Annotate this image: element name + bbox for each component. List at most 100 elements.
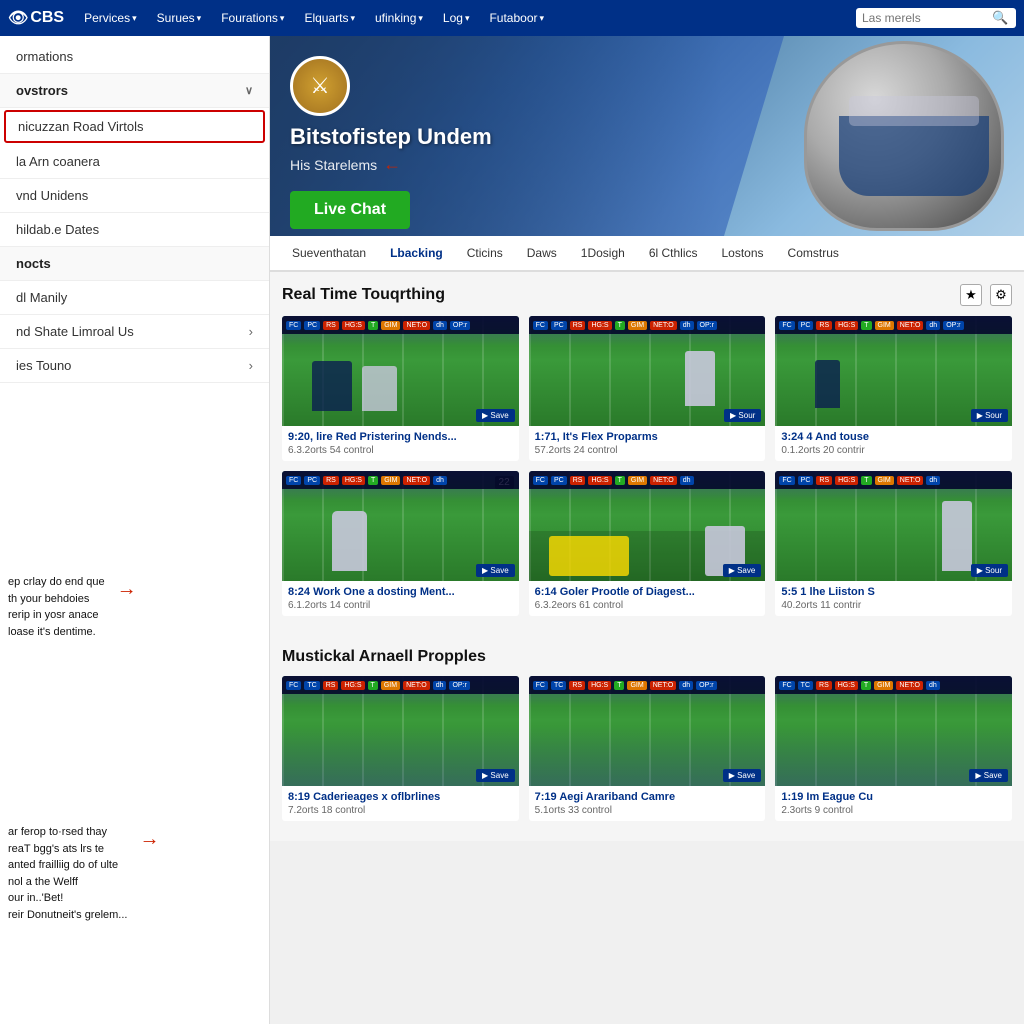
toolbar-fc: FC [533, 321, 548, 330]
hero-logo: ⚔ [290, 56, 350, 116]
toolbar-dh: dh [679, 681, 693, 690]
sidebar-item-nocts[interactable]: nocts [0, 247, 269, 281]
video-title-5: 5:5 1 lhe Liiston S [781, 586, 1006, 598]
video-card-6[interactable]: FC TC RS HG:S T GIM NET:O dh OP:r ▶ Save [282, 676, 519, 821]
video-card-0[interactable]: FC PC RS HG:S T GIM NET:O dh OP:r ▶ Save [282, 316, 519, 461]
toolbar-opr: OP:r [449, 681, 469, 690]
sidebar-item-ormations[interactable]: ormations [0, 40, 269, 74]
toolbar-t: T [861, 681, 871, 690]
toolbar-t: T [368, 321, 378, 330]
nav-futaboor[interactable]: Futaboor ▾ [481, 7, 552, 29]
video-title-8: 1:19 Im Eague Cu [781, 791, 1006, 803]
toolbar-t: T [861, 476, 871, 485]
top-nav: 👁 CBS Pervices ▾ Surues ▾ Fourations ▾ E… [0, 0, 1024, 36]
toolbar-neto: NET:O [403, 476, 430, 485]
toolbar-opr: OP:r [450, 321, 470, 330]
video-title-3: 8:24 Work One a dosting Ment... [288, 586, 513, 598]
toolbar-t: T [615, 321, 625, 330]
nav-elquarts[interactable]: Elquarts ▾ [296, 7, 363, 29]
sidebar-item-ovstrors[interactable]: ovstrors ∨ [0, 74, 269, 108]
video-card-4[interactable]: FC PC RS HG:S T GIM NET:O dh ▶ Save 6:14… [529, 471, 766, 616]
chevron-down-icon: ▾ [350, 13, 355, 24]
sub-nav-comstrus[interactable]: Comstrus [776, 236, 851, 272]
video-save-btn[interactable]: ▶ Save [969, 769, 1008, 782]
sidebar-item-la-arn[interactable]: la Arn coanera [0, 145, 269, 179]
sidebar-item-hildabe-dates[interactable]: hildab.e Dates [0, 213, 269, 247]
toolbar-tc: TC [551, 681, 566, 690]
video-title-0: 9:20, lire Red Pristering Nends... [288, 431, 513, 443]
sidebar-item-nicuzzan[interactable]: nicuzzan Road Virtols [4, 110, 265, 143]
video-meta-1: 57.2orts 24 control [535, 445, 760, 456]
live-chat-button[interactable]: Live Chat [290, 191, 410, 229]
video-save-btn[interactable]: ▶ Save [723, 564, 762, 577]
sub-nav-1dosigh[interactable]: 1Dosigh [569, 236, 637, 272]
toolbar-opr: OP:r [943, 321, 963, 330]
chevron-down-icon: ▾ [540, 13, 545, 24]
video-card-3[interactable]: 22 FC PC RS HG:S T GIM NET:O dh ▶ Sav [282, 471, 519, 616]
video-title-1: 1:71, It's Flex Proparms [535, 431, 760, 443]
video-save-btn[interactable]: ▶ Sour [971, 409, 1008, 422]
toolbar-rs: RS [816, 681, 832, 690]
toolbar-neto: NET:O [403, 321, 430, 330]
video-card-7[interactable]: FC TC RS HG:S T GIM NET:O dh OP:r ▶ Save [529, 676, 766, 821]
video-meta-2: 0.1.2orts 20 contrir [781, 445, 1006, 456]
toolbar-hgs: HG:S [835, 476, 858, 485]
video-card-5[interactable]: FC PC RS HG:S T GIM NET:O dh ▶ Sour 5:5 … [775, 471, 1012, 616]
section-title-real-time: Real Time Touqrthing [282, 286, 445, 304]
toolbar-hgs: HG:S [342, 476, 365, 485]
video-save-btn[interactable]: ▶ Sour [971, 564, 1008, 577]
sidebar-item-dl-manily[interactable]: dl Manily [0, 281, 269, 315]
toolbar-gim: GIM [628, 476, 647, 485]
sub-nav-6l-cthlics[interactable]: 6l Cthlics [637, 236, 710, 272]
sidebar-item-nd-shate[interactable]: nd Shate Limroal Us › [0, 315, 269, 349]
nav-pervices[interactable]: Pervices ▾ [76, 7, 145, 29]
nav-fourations[interactable]: Fourations ▾ [213, 7, 292, 29]
chevron-down-icon: ▾ [465, 13, 470, 24]
video-title-4: 6:14 Goler Prootle of Diagest... [535, 586, 760, 598]
sub-nav-lbacking[interactable]: Lbacking [378, 236, 455, 272]
toolbar-pc: PC [304, 321, 320, 330]
video-save-btn[interactable]: ▶ Save [723, 769, 762, 782]
sidebar-item-vnd-unidens[interactable]: vnd Unidens [0, 179, 269, 213]
toolbar-rs: RS [570, 321, 586, 330]
star-icon[interactable]: ★ [960, 284, 982, 306]
video-card-1[interactable]: FC PC RS HG:S T GIM NET:O dh OP:r ▶ Sour [529, 316, 766, 461]
sub-nav-cticins[interactable]: Cticins [455, 236, 515, 272]
video-save-btn[interactable]: ▶ Sour [724, 409, 761, 422]
section-title-mustickal: Mustickal Arnaell Propples [282, 648, 486, 666]
video-meta-6: 7.2orts 18 control [288, 805, 513, 816]
toolbar-hgs: HG:S [588, 681, 611, 690]
video-grid-mustickal: FC TC RS HG:S T GIM NET:O dh OP:r ▶ Save [282, 676, 1012, 821]
search-icon[interactable]: 🔍 [992, 10, 1008, 26]
toolbar-gim: GIM [628, 321, 647, 330]
video-save-btn[interactable]: ▶ Save [476, 564, 515, 577]
video-save-btn[interactable]: ▶ Save [476, 769, 515, 782]
toolbar-gim: GIM [875, 321, 894, 330]
toolbar-neto: NET:O [650, 681, 677, 690]
video-meta-3: 6.1.2orts 14 contril [288, 600, 513, 611]
video-card-2[interactable]: FC PC RS HG:S T GIM NET:O dh OP:r ▶ Sour [775, 316, 1012, 461]
sidebar-item-ies-touno[interactable]: ies Touno › [0, 349, 269, 383]
toolbar-rs: RS [323, 476, 339, 485]
toolbar-opr: OP:r [696, 681, 716, 690]
video-title-7: 7:19 Aegi Arariband Camre [535, 791, 760, 803]
search-input[interactable] [862, 11, 992, 25]
nav-surues[interactable]: Surues ▾ [149, 7, 210, 29]
settings-icon[interactable]: ⚙ [990, 284, 1012, 306]
video-save-btn[interactable]: ▶ Save [476, 409, 515, 422]
video-meta-4: 6.3.2eors 61 control [535, 600, 760, 611]
toolbar-neto: NET:O [650, 476, 677, 485]
toolbar-hgs: HG:S [588, 321, 611, 330]
toolbar-pc: PC [551, 476, 567, 485]
sub-nav-daws[interactable]: Daws [515, 236, 569, 272]
toolbar-dh: dh [433, 476, 447, 485]
nav-ufinking[interactable]: ufinking ▾ [367, 7, 431, 29]
video-title-6: 8:19 Caderieages x oflbrlines [288, 791, 513, 803]
nav-log[interactable]: Log ▾ [435, 7, 478, 29]
video-card-8[interactable]: FC TC RS HG:S T GIM NET:O dh ▶ Save 1:19… [775, 676, 1012, 821]
toolbar-hgs: HG:S [835, 321, 858, 330]
sub-nav-lostons[interactable]: Lostons [710, 236, 776, 272]
toolbar-fc: FC [533, 476, 548, 485]
sub-navigation: Sueventhatan Lbacking Cticins Daws 1Dosi… [270, 236, 1024, 272]
sub-nav-sueventhatan[interactable]: Sueventhatan [280, 236, 378, 272]
